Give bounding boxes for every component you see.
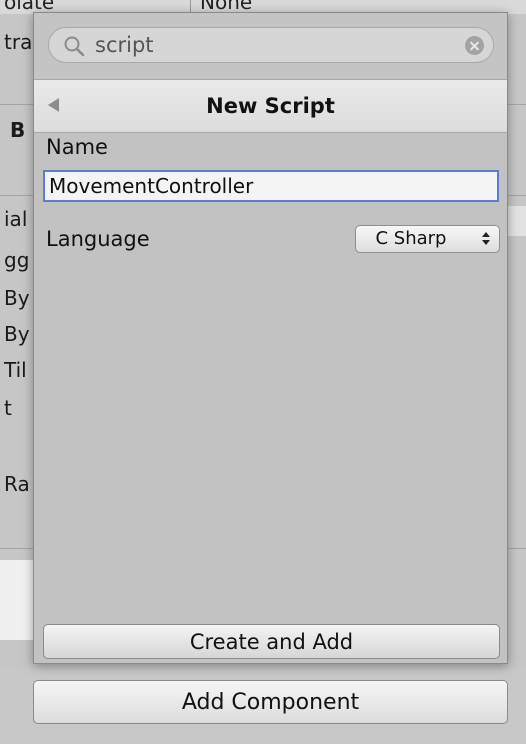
clear-icon[interactable] xyxy=(465,36,484,55)
up-down-arrows-icon xyxy=(482,232,490,246)
inspector-label: Ra xyxy=(4,472,30,496)
add-component-popup: New Script Name Language C Sharp Create … xyxy=(33,12,508,664)
page-title: New Script xyxy=(206,94,335,118)
search-area xyxy=(34,13,507,80)
back-arrow-icon[interactable] xyxy=(48,98,59,112)
search-input[interactable] xyxy=(95,30,455,60)
script-name-input[interactable] xyxy=(43,170,499,202)
inspector-label: gg xyxy=(4,248,30,272)
language-label: Language xyxy=(46,227,150,251)
inspector-label: By xyxy=(4,322,30,346)
name-label: Name xyxy=(46,135,108,159)
create-and-add-button[interactable]: Create and Add xyxy=(43,624,500,659)
inspector-label: tra xyxy=(4,30,33,54)
inspector-label: ial xyxy=(4,207,28,231)
search-icon xyxy=(64,36,85,57)
inspector-label: By xyxy=(4,286,30,310)
inspector-label: t xyxy=(4,396,12,420)
inspector-label: Til xyxy=(4,358,27,382)
new-script-header: New Script xyxy=(34,80,507,133)
search-field[interactable] xyxy=(48,27,494,63)
inspector-preview-box xyxy=(0,560,34,640)
add-component-button[interactable]: Add Component xyxy=(33,680,508,724)
inspector-component-header: B xyxy=(10,118,26,142)
language-selected-value: C Sharp xyxy=(375,228,447,249)
language-dropdown[interactable]: C Sharp xyxy=(355,225,500,253)
inspector-divider xyxy=(190,0,191,12)
inspector-field xyxy=(508,206,526,236)
